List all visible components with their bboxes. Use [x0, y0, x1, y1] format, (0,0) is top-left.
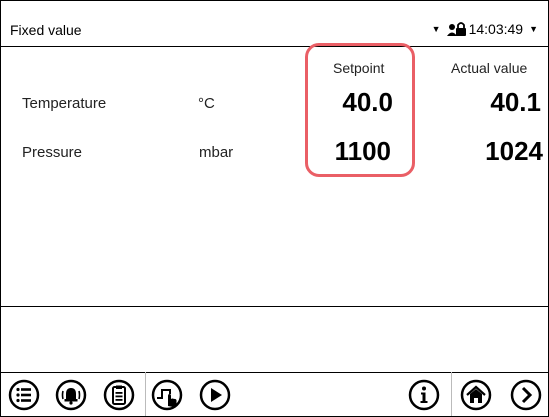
divider	[1, 46, 548, 47]
title-bar: Fixed value ▼ 14:03:49 ▼	[1, 1, 548, 46]
dropdown-arrow-icon: ▼	[431, 24, 441, 34]
menu-button[interactable]	[7, 378, 41, 412]
page-title: Fixed value	[10, 22, 82, 38]
alarm-button[interactable]	[54, 378, 88, 412]
info-button[interactable]	[407, 378, 441, 412]
toolbar-separator	[451, 372, 452, 416]
row-label-pressure: Pressure	[22, 144, 83, 161]
alarm-icon	[55, 379, 87, 411]
play-button[interactable]	[198, 378, 232, 412]
toolbar-separator	[145, 372, 146, 416]
play-icon	[199, 379, 231, 411]
program-button[interactable]	[150, 378, 184, 412]
clipboard-icon	[103, 379, 135, 411]
controller-screen: Fixed value ▼ 14:03:49 ▼ Setpoint Actual…	[0, 0, 549, 417]
program-icon	[151, 379, 183, 411]
clock-time: 14:03:49	[468, 21, 524, 37]
actual-temperature: 40.1	[490, 87, 541, 117]
info-icon	[408, 379, 440, 411]
status-area[interactable]: ▼ 14:03:49 ▼	[432, 21, 538, 37]
home-icon	[460, 379, 492, 411]
row-label-temperature: Temperature	[22, 95, 107, 112]
row-unit-pressure: mbar	[199, 144, 234, 161]
next-button[interactable]	[509, 378, 543, 412]
clipboard-button[interactable]	[102, 378, 136, 412]
dropdown-arrow-icon: ▼	[529, 24, 538, 34]
divider	[1, 306, 548, 307]
row-unit-temperature: °C	[198, 95, 215, 112]
actual-pressure: 1024	[485, 136, 543, 166]
user-lock-icon	[446, 22, 466, 36]
menu-icon	[8, 379, 40, 411]
col-header-actual: Actual value	[451, 60, 528, 76]
home-button[interactable]	[459, 378, 493, 412]
bottom-toolbar	[1, 372, 548, 416]
setpoint-highlight-frame	[305, 43, 415, 177]
next-icon	[510, 379, 542, 411]
